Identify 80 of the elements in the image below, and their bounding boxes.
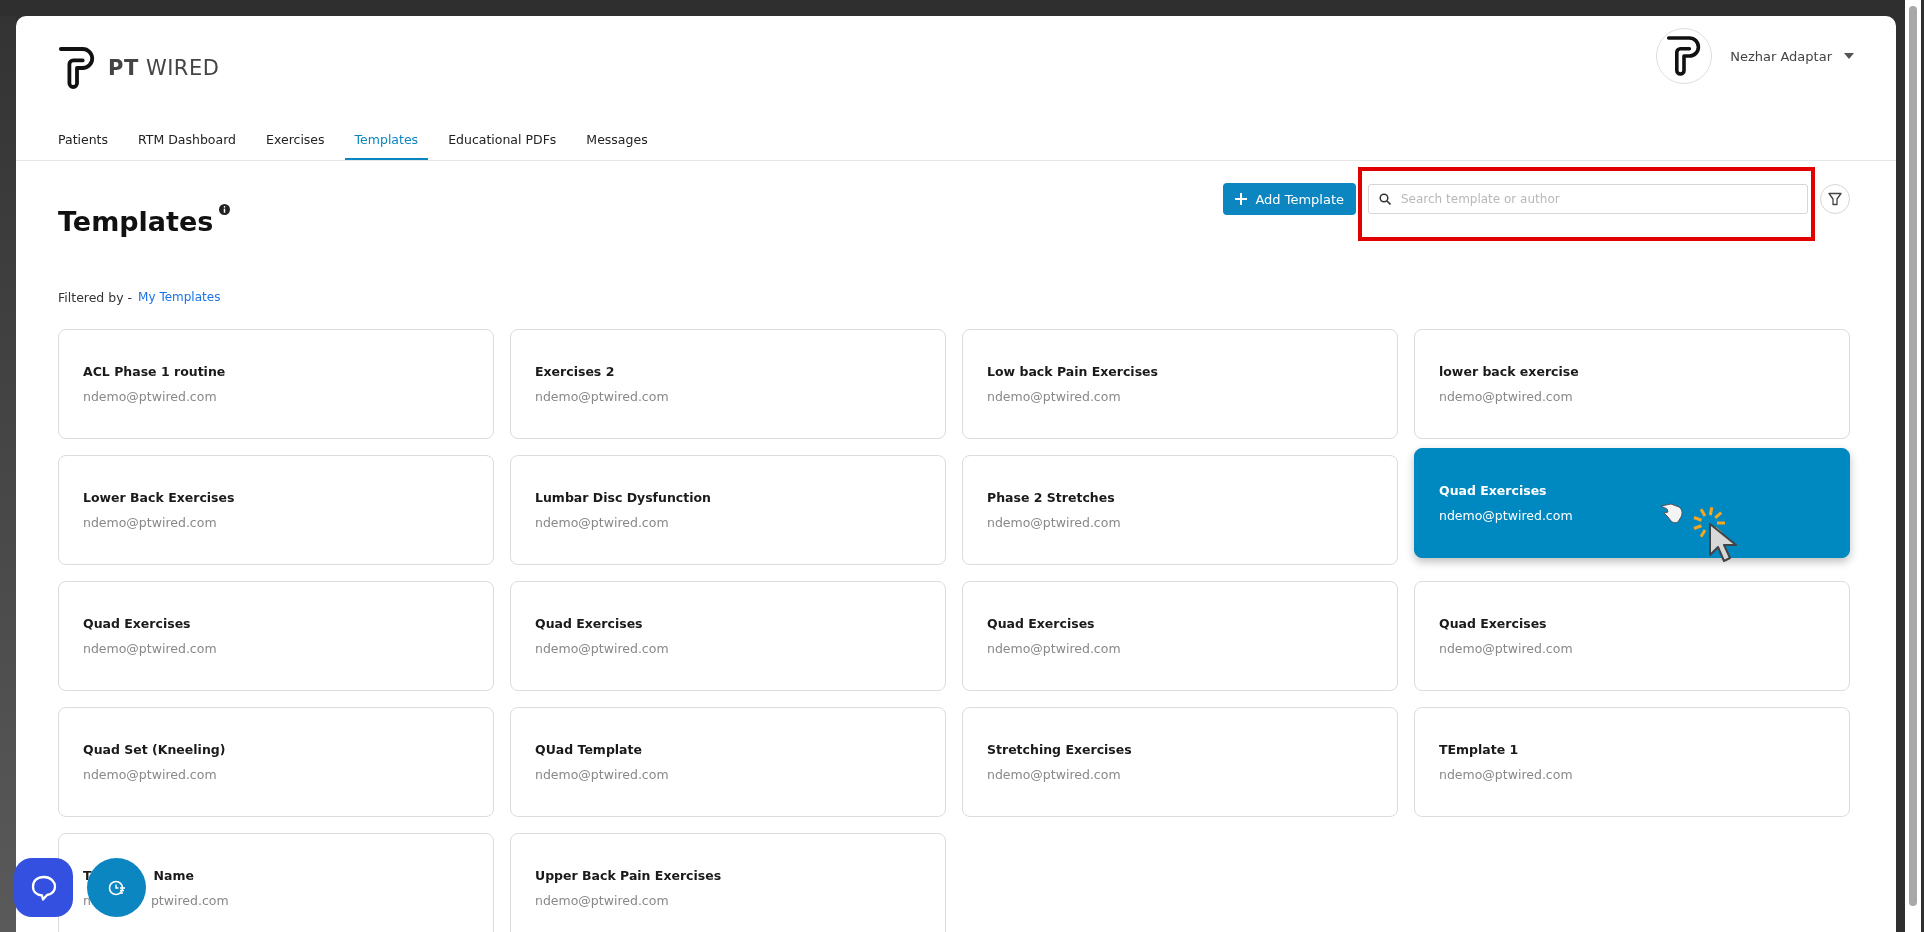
template-card[interactable]: Lower Back Exercises ndemo@ptwired.com [58, 455, 494, 565]
template-card[interactable]: Lumbar Disc Dysfunction ndemo@ptwired.com [510, 455, 946, 565]
template-card[interactable]: TEmplate 1 ndemo@ptwired.com [1414, 707, 1850, 817]
caret-icon [1844, 53, 1854, 59]
nav-tab[interactable]: Templates [344, 120, 429, 160]
card-title: Lower Back Exercises [83, 490, 235, 505]
nav-tab[interactable]: Educational PDFs [438, 120, 567, 160]
card-email: ndemo@ptwired.com [1439, 641, 1573, 656]
brand-name: PT WIRED [108, 56, 220, 80]
card-title: Phase 2 Stretches [987, 490, 1115, 505]
template-card[interactable]: Low back Pain Exercises ndemo@ptwired.com [962, 329, 1398, 439]
card-title: lower back exercise [1439, 364, 1579, 379]
template-card[interactable]: Quad Exercises ndemo@ptwired.com [962, 581, 1398, 691]
card-title: Quad Exercises [1439, 483, 1547, 498]
template-card[interactable]: Quad Exercises ndemo@ptwired.com [1414, 581, 1850, 691]
search-box[interactable]: Search template or author [1368, 184, 1808, 214]
add-template-button[interactable]: Add Template [1223, 183, 1356, 215]
card-email: ndemo@ptwired.com [1439, 508, 1573, 523]
card-email: ndemo@ptwired.com [987, 641, 1121, 656]
filter-label: Filtered by - [58, 289, 133, 305]
filter-icon [1828, 192, 1842, 206]
template-card[interactable]: Stretching Exercises ndemo@ptwired.com [962, 707, 1398, 817]
card-email: ndemo@ptwired.com [535, 389, 669, 404]
card-email: ndemo@ptwired.com [83, 389, 217, 404]
template-card[interactable]: Exercises 2 ndemo@ptwired.com [510, 329, 946, 439]
info-icon[interactable] [219, 204, 231, 215]
template-card[interactable]: lower back exercise ndemo@ptwired.com [1414, 329, 1850, 439]
template-card[interactable]: Upper Back Pain Exercises ndemo@ptwired.com [510, 833, 946, 932]
card-email: ndemo@ptwired.com [1439, 389, 1573, 404]
card-title: Exercises 2 [535, 364, 615, 379]
search-input[interactable]: Search template or author [1399, 191, 1797, 207]
hand-cursor-icon [1659, 501, 1685, 525]
plus-icon [1235, 193, 1248, 205]
scrollbar[interactable] [1905, 0, 1921, 932]
card-email: ndemo@ptwired.com [535, 515, 669, 530]
search-icon [1379, 193, 1391, 205]
card-title: ACL Phase 1 routine [83, 364, 226, 379]
card-email: ndemo@ptwired.com [83, 641, 217, 656]
card-email: ndemo@ptwired.com [535, 893, 669, 908]
card-title: Quad Exercises [987, 616, 1095, 631]
card-title: Quad Set (Kneeling) [83, 742, 226, 757]
user-menu[interactable]: Nezhar Adaptar [1730, 48, 1854, 64]
filter-link[interactable]: My Templates [138, 290, 221, 304]
card-title: Stretching Exercises [987, 742, 1132, 757]
card-title: Name [153, 868, 194, 883]
nav-tab[interactable]: RTM Dashboard [128, 120, 247, 160]
chat-button[interactable] [14, 858, 73, 917]
card-email: ndemo@ptwired.com [987, 389, 1121, 404]
template-card[interactable]: ACL Phase 1 routine ndemo@ptwired.com [58, 329, 494, 439]
card-email: ndemo@ptwired.com [83, 767, 217, 782]
card-email: ndemo@ptwired.com [987, 767, 1121, 782]
card-email: ndemo@ptwired.com [1439, 767, 1573, 782]
card-title: Low back Pain Exercises [987, 364, 1158, 379]
card-title: Upper Back Pain Exercises [535, 868, 722, 883]
filter-button[interactable] [1820, 184, 1850, 214]
card-title: Quad Exercises [1439, 616, 1547, 631]
card-email: ptwired.com [150, 893, 229, 908]
template-card[interactable]: QUad Template ndemo@ptwired.com [510, 707, 946, 817]
card-email: n [83, 893, 91, 908]
card-title: TEmplate 1 [1439, 742, 1519, 757]
template-card[interactable]: Quad Exercises ndemo@ptwired.com [510, 581, 946, 691]
template-card[interactable]: Phase 2 Stretches ndemo@ptwired.com [962, 455, 1398, 565]
card-email: ndemo@ptwired.com [987, 515, 1121, 530]
card-title: Quad Exercises [535, 616, 643, 631]
template-card[interactable]: Quad Exercises ndemo@ptwired.com [58, 581, 494, 691]
card-email: ndemo@ptwired.com [535, 767, 669, 782]
page-title: Templates [58, 205, 214, 239]
nav-tab[interactable]: Patients [58, 120, 119, 160]
logo-icon [1666, 34, 1703, 78]
nav-tab[interactable]: Exercises [256, 120, 335, 160]
chat-icon [29, 873, 58, 902]
card-title: QUad Template [535, 742, 642, 757]
card-email: ndemo@ptwired.com [83, 515, 217, 530]
card-title: Lumbar Disc Dysfunction [535, 490, 711, 505]
scrollbar-thumb[interactable] [1909, 6, 1917, 906]
card-title: Quad Exercises [83, 616, 191, 631]
card-email: ndemo@ptwired.com [535, 641, 669, 656]
nav-tab[interactable]: Messages [576, 120, 658, 160]
logo-icon [58, 45, 96, 91]
template-card[interactable]: Quad Set (Kneeling) ndemo@ptwired.com [58, 707, 494, 817]
